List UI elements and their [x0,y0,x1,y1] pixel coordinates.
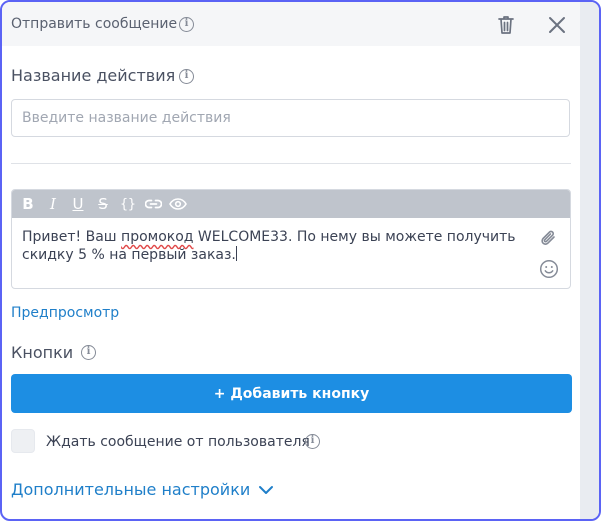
buttons-section-label: Кнопки [11,343,74,362]
eye-icon [169,198,187,210]
paperclip-icon[interactable] [540,228,558,248]
panel-header: Отправить сообщение i [2,2,580,46]
link-icon [144,199,162,209]
editor-toolbar: B I U S {} [12,190,570,218]
trash-icon[interactable] [496,14,516,36]
panel-title: Отправить сообщение [11,16,178,32]
preview-link[interactable]: Предпросмотр [11,305,119,321]
message-editor: B I U S {} Привет! Ваш промокод WELCOME3… [11,189,571,289]
info-icon[interactable]: i [305,434,320,449]
add-button-button[interactable]: + Добавить кнопку [11,374,572,413]
code-button[interactable]: {} [116,192,140,216]
misspelled-word: промокод [121,229,194,245]
advanced-settings-toggle[interactable]: Дополнительные настройки [11,480,274,499]
chevron-down-icon [259,485,274,494]
underline-button[interactable]: U [66,192,90,216]
info-icon[interactable]: i [179,17,194,32]
smiley-icon[interactable] [539,259,559,279]
scrollbar[interactable] [580,2,599,519]
italic-button[interactable]: I [41,192,65,216]
strikethrough-button[interactable]: S [91,192,115,216]
info-icon[interactable]: i [179,69,194,84]
close-icon[interactable] [548,16,566,34]
preview-toggle-button[interactable] [166,192,190,216]
divider [11,163,571,164]
send-message-panel: Отправить сообщение i Название действия … [0,0,601,521]
info-icon[interactable]: i [81,345,96,360]
wait-reply-checkbox[interactable] [11,429,35,453]
text-caret [235,246,237,261]
advanced-settings-label: Дополнительные настройки [11,480,251,499]
action-name-input[interactable] [11,99,570,137]
link-button[interactable] [141,192,165,216]
action-name-label: Название действия [11,66,176,85]
wait-reply-label[interactable]: Ждать сообщение от пользователя [46,434,310,450]
bold-button[interactable]: B [16,192,40,216]
message-text: Привет! Ваш [22,229,122,245]
message-textarea[interactable]: Привет! Ваш промокод WELCOME33. По нему … [12,218,570,264]
